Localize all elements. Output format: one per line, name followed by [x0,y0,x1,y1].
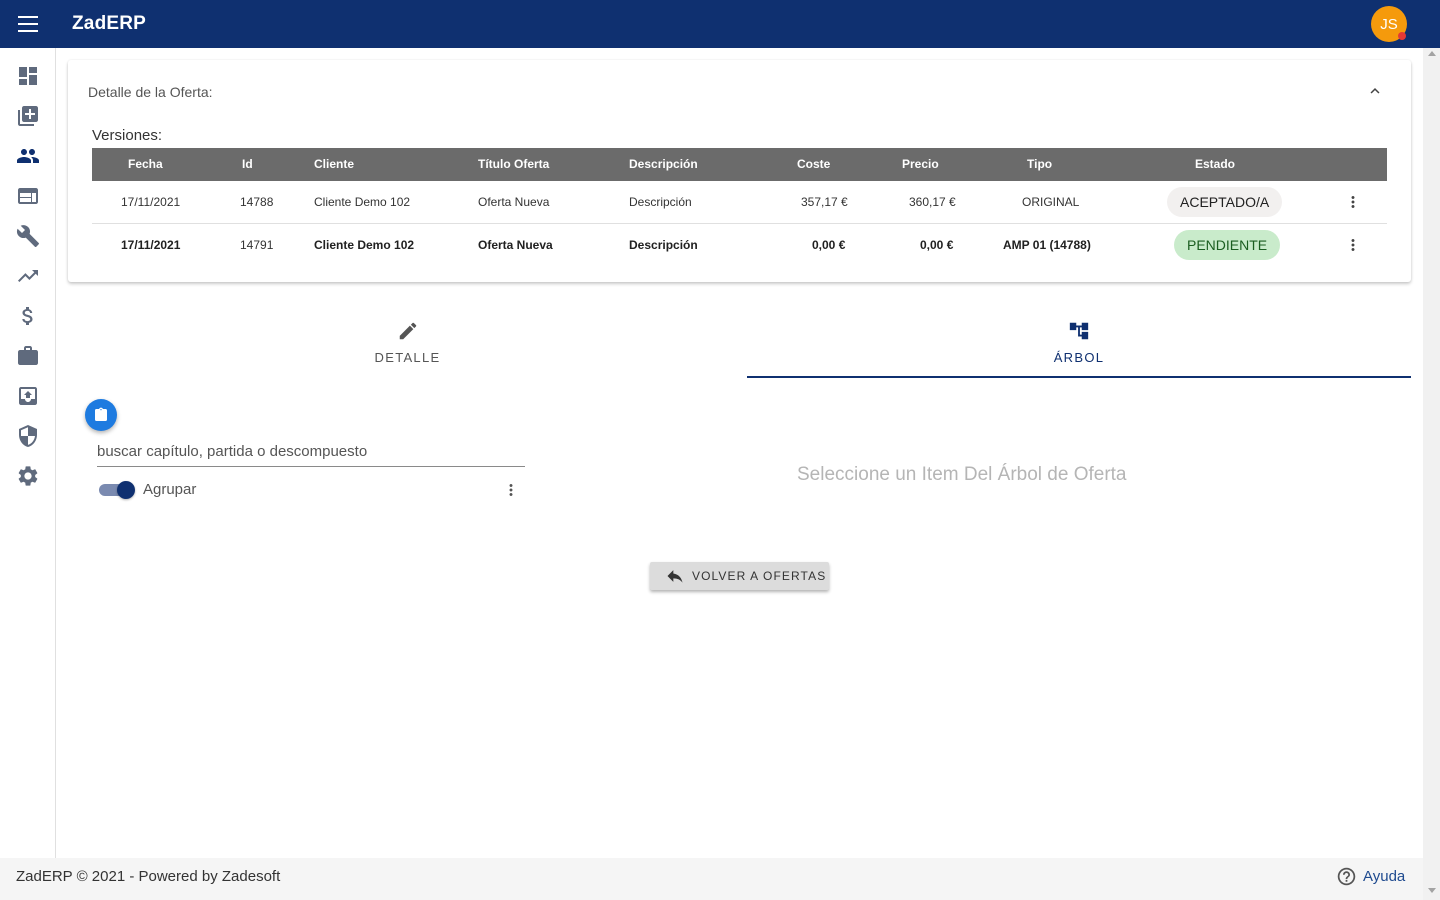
people-icon[interactable] [16,144,40,168]
column-header-cliente[interactable]: Cliente [314,157,354,171]
column-header-descripcion[interactable]: Descripción [629,157,698,171]
column-header-id[interactable]: Id [242,157,253,171]
tree-search-input[interactable] [97,437,525,467]
clipboard-icon [95,407,107,421]
tab-arbol[interactable]: ÁRBOL [747,300,1411,378]
more-vert-icon[interactable] [502,481,520,499]
web-window-icon[interactable] [16,184,40,208]
notification-dot [1398,32,1406,40]
column-header-titulo[interactable]: Título Oferta [478,157,549,171]
cell-coste: 357,17 € [801,195,848,209]
app-title: ZadERP [72,13,147,34]
archive-icon[interactable] [16,384,40,408]
pencil-icon [397,320,419,342]
cell-cliente: Cliente Demo 102 [314,238,415,252]
toggle-knob [117,481,135,499]
scrollbar[interactable] [1423,48,1440,900]
cell-id: 14788 [240,195,274,209]
cell-tipo: ORIGINAL [1022,195,1080,209]
versions-label: Versiones: [92,127,163,144]
footer: ZadERP © 2021 - Powered by Zadesoft Ayud… [0,858,1423,900]
scroll-down-arrow[interactable] [1428,888,1436,893]
library-icon[interactable] [16,104,40,128]
wrench-icon[interactable] [16,224,40,248]
more-vert-icon[interactable] [1344,193,1362,211]
panel-title: Detalle de la Oferta: [88,84,213,100]
trending-up-icon[interactable] [16,264,40,288]
empty-selection-message: Seleccione un Item Del Árbol de Oferta [797,464,1127,485]
table-header: Fecha Id Cliente Título Oferta Descripci… [92,148,1387,181]
cell-fecha: 17/11/2021 [121,238,181,252]
cell-id: 14791 [240,238,274,252]
footer-copyright: ZadERP © 2021 - Powered by Zadesoft [16,868,281,885]
tab-label: DETALLE [374,350,441,365]
group-toggle[interactable] [97,481,135,499]
column-header-tipo[interactable]: Tipo [1027,157,1052,171]
sidebar [0,48,56,858]
more-vert-icon[interactable] [1344,236,1362,254]
back-to-offers-button[interactable]: VOLVER A OFERTAS [650,562,829,590]
tab-detalle[interactable]: DETALLE [68,300,747,378]
table-row[interactable]: 17/11/2021 14788 Cliente Demo 102 Oferta… [92,181,1387,224]
chevron-up-icon[interactable] [1366,82,1384,100]
cell-precio: 360,17 € [909,195,956,209]
cell-tipo: AMP 01 (14788) [1003,238,1091,252]
versions-table: Fecha Id Cliente Título Oferta Descripci… [92,148,1387,267]
column-header-precio[interactable]: Precio [902,157,939,171]
cell-descripcion: Descripción [629,238,698,252]
help-label: Ayuda [1363,868,1406,885]
cell-fecha: 17/11/2021 [121,195,181,209]
cell-precio: 0,00 € [920,238,954,252]
status-badge: ACEPTADO/A [1167,187,1283,217]
dashboard-icon[interactable] [16,64,40,88]
briefcase-icon[interactable] [16,344,40,368]
column-header-fecha[interactable]: Fecha [128,157,163,171]
column-header-estado[interactable]: Estado [1195,157,1235,171]
scroll-up-arrow[interactable] [1428,51,1436,56]
back-button-label: VOLVER A OFERTAS [692,569,827,583]
cell-titulo: Oferta Nueva [478,195,550,209]
gear-icon[interactable] [16,464,40,488]
tab-label: ÁRBOL [1053,350,1105,365]
app-toolbar: ZadERP [0,0,1440,48]
help-link[interactable]: Ayuda [1336,866,1405,887]
clipboard-button[interactable] [85,399,117,431]
dollar-icon[interactable] [16,304,40,328]
tree-icon [1068,320,1090,342]
group-toggle-label: Agrupar [143,481,197,498]
help-icon [1337,867,1356,886]
column-header-coste[interactable]: Coste [797,157,830,171]
status-badge: PENDIENTE [1174,230,1281,260]
reply-icon [667,570,683,583]
cell-cliente: Cliente Demo 102 [314,195,411,209]
cell-descripcion: Descripción [629,195,692,209]
table-row[interactable]: 17/11/2021 14791 Cliente Demo 102 Oferta… [92,224,1387,267]
offer-detail-panel: Detalle de la Oferta: Versiones: Fecha I… [68,60,1411,282]
cell-coste: 0,00 € [812,238,846,252]
cell-titulo: Oferta Nueva [478,238,553,252]
shield-icon[interactable] [16,424,40,448]
menu-icon[interactable] [18,16,38,32]
